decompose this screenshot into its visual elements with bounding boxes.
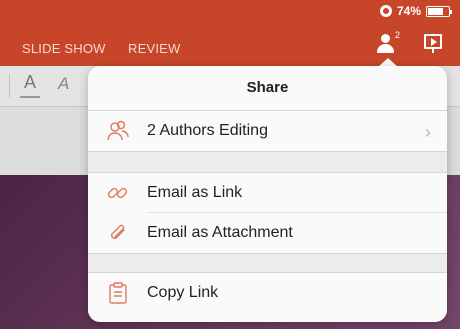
present-icon[interactable] xyxy=(424,34,442,53)
copy-link-label: Copy Link xyxy=(147,284,219,301)
status-right: 74% xyxy=(379,4,452,18)
battery-fill xyxy=(428,7,443,15)
tab-slide-show[interactable]: SLIDE SHOW xyxy=(22,41,106,56)
share-popover: Share 2 Authors Editing › Email as Link … xyxy=(88,66,447,322)
toolbar-divider xyxy=(9,74,10,98)
font-color-icon[interactable]: A xyxy=(18,72,42,98)
chevron-right-icon: › xyxy=(425,122,431,142)
email-as-attachment-row[interactable]: Email as Attachment xyxy=(88,213,447,253)
paperclip-icon xyxy=(111,224,125,239)
battery-icon xyxy=(426,5,452,17)
tab-review[interactable]: REVIEW xyxy=(128,41,180,56)
section-gap xyxy=(88,253,447,273)
email-as-link-row[interactable]: Email as Link xyxy=(88,173,447,213)
popover-title: Share xyxy=(88,66,447,111)
highlight-icon[interactable]: A xyxy=(58,74,69,94)
authors-editing-row[interactable]: 2 Authors Editing › xyxy=(88,111,447,151)
clipboard-icon xyxy=(109,282,127,304)
email-as-link-label: Email as Link xyxy=(147,184,243,201)
rotation-lock-icon xyxy=(379,5,392,17)
people-icon xyxy=(107,120,129,141)
person-icon-body xyxy=(377,44,394,53)
share-button[interactable]: 2 xyxy=(376,30,404,54)
link-icon xyxy=(107,187,128,199)
authors-editing-label: 2 Authors Editing xyxy=(147,122,268,139)
battery-percent: 74% xyxy=(396,4,421,18)
copy-link-row[interactable]: Copy Link xyxy=(88,273,447,313)
section-gap xyxy=(88,151,447,173)
email-as-attachment-label: Email as Attachment xyxy=(147,224,293,241)
person-icon xyxy=(381,34,390,43)
share-author-count: 2 xyxy=(395,30,401,40)
status-bar: 74% xyxy=(0,0,460,24)
